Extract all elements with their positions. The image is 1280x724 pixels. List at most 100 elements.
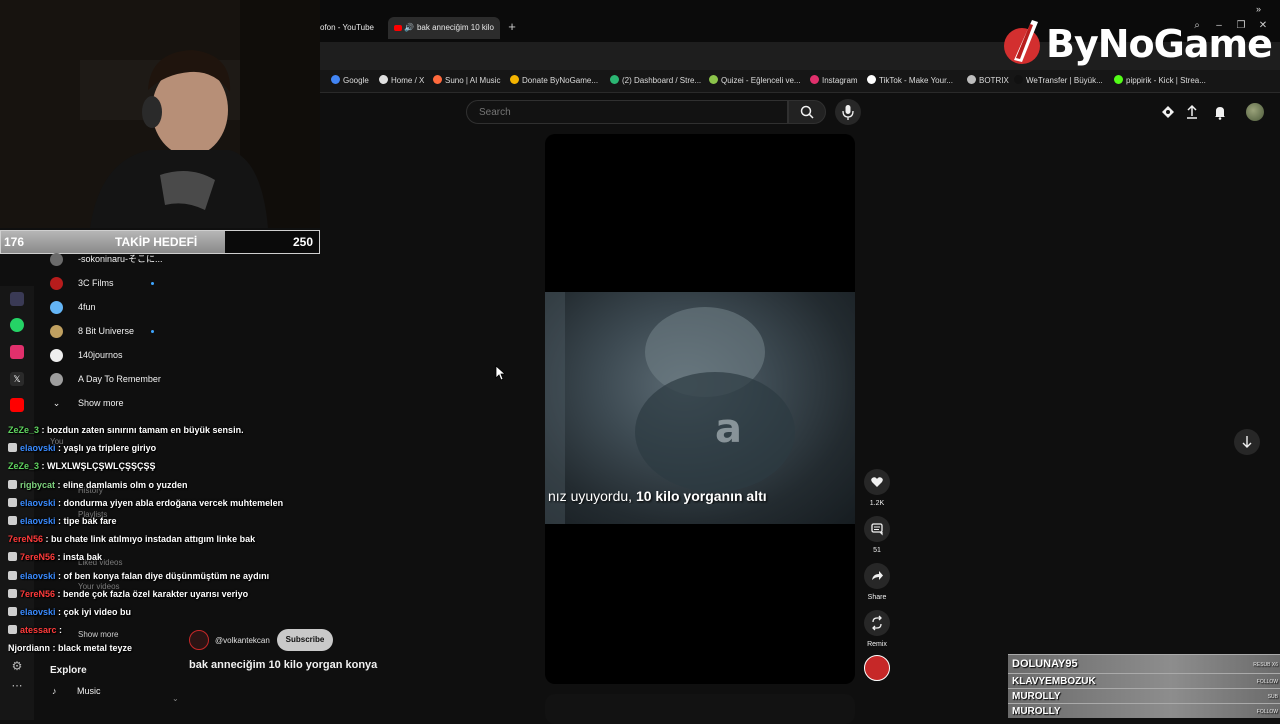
sidebar-subscription[interactable]: 8 Bit Universe <box>50 321 134 341</box>
heart-icon <box>871 477 883 487</box>
upload-icon[interactable] <box>1183 103 1201 121</box>
mouse-cursor-icon <box>495 365 505 381</box>
chat-separator: : <box>55 497 64 508</box>
search-box[interactable] <box>466 100 788 124</box>
share-button[interactable] <box>864 563 890 589</box>
bookmark-label: pippirik - Kick | Strea... <box>1126 76 1206 85</box>
comments-button[interactable] <box>864 516 890 542</box>
bookmark-item[interactable]: WeTransfer | Büyük... <box>1014 75 1103 85</box>
bookmark-favicon-icon <box>331 75 340 84</box>
whatsapp-icon[interactable] <box>10 318 24 332</box>
channel-name: -sokoninaru-そこに... <box>78 254 163 264</box>
event-username: DOLUNAY95 <box>1012 658 1078 670</box>
tab-previous[interactable]: ofon - YouTube <box>320 16 384 40</box>
chat-separator: : <box>56 625 63 636</box>
instagram-icon[interactable] <box>10 345 24 359</box>
svg-text:a: a <box>715 406 742 452</box>
notifications-bell-icon[interactable] <box>1211 103 1229 121</box>
chat-message: elaovski : tipe bak fare <box>8 515 117 527</box>
bookmark-item[interactable]: Google <box>331 75 369 85</box>
like-button[interactable] <box>864 469 890 495</box>
bookmark-favicon-icon <box>510 75 519 84</box>
remix-button[interactable] <box>864 610 890 636</box>
subscribe-button[interactable]: Subscribe <box>277 629 333 651</box>
bookmark-label: Google <box>343 76 369 85</box>
sidebar-subscription[interactable]: -sokoninaru-そこに... <box>50 249 163 269</box>
sidebar-subscription[interactable]: 3C Films <box>50 273 114 293</box>
search-button[interactable] <box>788 100 826 124</box>
bookmark-item[interactable]: Instagram <box>810 75 858 85</box>
settings-gear-icon[interactable]: ⚙ <box>10 659 24 673</box>
recent-events-overlay: DOLUNAY95 RESUB X6 KLAVYEMBOZUK FOLLOW MUROL… <box>1008 654 1280 720</box>
chat-badge-icon <box>8 443 17 453</box>
bookmark-label: WeTransfer | Büyük... <box>1026 76 1103 85</box>
chevron-down-icon: ⌄ <box>172 694 179 703</box>
chat-username: ZeZe_3 <box>8 461 40 472</box>
chat-message: elaovski : yaşlı ya triplere giriyo <box>8 442 156 454</box>
chat-username: ZeZe_3 <box>8 425 40 435</box>
brand-logo-text: ByNoGame <box>1046 22 1273 66</box>
chat-message: rigbycat : eline damlamis olm o yuzden <box>8 479 188 491</box>
channel-handle[interactable]: @volkantekcan <box>215 636 270 645</box>
bookmark-item[interactable]: Quizei - Eğlenceli ve... <box>709 75 801 85</box>
chat-text: bende çok fazla özel karakter uyarısı ve… <box>63 588 249 599</box>
chat-message: ZeZe_3 : bozdun zaten sınırını tamam en … <box>8 424 244 436</box>
bookmark-label: Donate ByNoGame... <box>522 76 599 85</box>
bookmark-label: Home / X <box>391 76 425 85</box>
bookmark-item[interactable]: Home / X <box>379 75 424 85</box>
event-row: DOLUNAY95 RESUB X6 <box>1008 654 1280 673</box>
bookmark-label: Suno | AI Music <box>445 76 501 85</box>
follow-goal-label: TAKİP HEDEFİ <box>115 235 198 249</box>
sidebar-subscription[interactable]: A Day To Remember <box>50 369 161 389</box>
bookmark-item[interactable]: (2) Dashboard / Stre... <box>610 75 701 85</box>
bookmark-item[interactable]: BOTRIX <box>967 75 1009 85</box>
new-tab-button[interactable]: + <box>505 20 519 34</box>
channel-avatar <box>50 253 63 267</box>
bookmark-item[interactable]: Donate ByNoGame... <box>510 75 598 85</box>
chat-separator: : <box>43 534 52 545</box>
chat-separator: : <box>55 588 64 599</box>
channel-name: 8 Bit Universe <box>78 326 135 336</box>
youtube-icon[interactable] <box>10 398 24 412</box>
next-video-button[interactable] <box>1234 429 1260 455</box>
channel-thumbnail-button[interactable] <box>864 655 890 681</box>
sidebar-music[interactable]: ♪ Music <box>52 686 101 696</box>
follow-goal-current: 176 <box>4 235 25 249</box>
chat-text: bozdun zaten sınırını tamam en büyük sen… <box>47 425 244 435</box>
account-avatar[interactable] <box>1246 103 1264 121</box>
sidebar-explore-heading: Explore <box>50 665 87 676</box>
tab-active[interactable]: 🔊 bak anneciğim 10 kilo <box>388 17 500 39</box>
bookmark-favicon-icon <box>379 75 388 84</box>
video-caption: nız uyuyordu, 10 kilo yorganın altı <box>548 488 855 504</box>
chat-badge-icon <box>8 625 17 635</box>
bookmark-label: TikTok - Make Your... <box>879 76 953 85</box>
bookmark-label: Instagram <box>822 76 858 85</box>
bookmark-favicon-icon <box>610 75 619 84</box>
channel-avatar <box>50 277 63 291</box>
sidebar-subscription[interactable]: 140journos <box>50 345 123 365</box>
create-icon[interactable] <box>1159 103 1177 121</box>
channel-avatar <box>50 349 63 363</box>
sidebar-show-more[interactable]: ⌄ Show more <box>50 393 124 413</box>
bookmark-item[interactable]: Suno | AI Music <box>433 75 500 85</box>
channel-avatar <box>50 301 63 315</box>
bookmark-label: Quizei - Eğlenceli ve... <box>721 76 801 85</box>
sidebar-subscription[interactable]: 4fun <box>50 297 96 317</box>
chat-username: 7ereN56 <box>20 588 56 599</box>
chat-username: rigbycat <box>20 479 56 490</box>
share-label: Share <box>867 594 887 601</box>
copilot-icon[interactable] <box>10 292 24 306</box>
search-input[interactable] <box>477 106 781 119</box>
more-options-icon[interactable]: ⋯ <box>10 680 24 694</box>
bookmark-item[interactable]: TikTok - Make Your... <box>867 75 953 85</box>
bookmark-item[interactable]: pippirik - Kick | Strea... <box>1114 75 1206 85</box>
channel-avatar[interactable] <box>189 630 209 650</box>
x-icon[interactable]: 𝕏 <box>10 372 24 386</box>
chat-text: WLXLWŞLÇŞWLÇŞŞÇŞŞ <box>47 461 156 472</box>
youtube-favicon-icon <box>394 24 402 31</box>
voice-search-button[interactable] <box>835 99 861 125</box>
chat-text: yaşlı ya triplere giriyo <box>63 443 157 454</box>
microphone-icon <box>842 105 854 120</box>
chat-badge-icon <box>8 570 17 580</box>
chat-text: eline damlamis olm o yuzden <box>63 479 188 490</box>
